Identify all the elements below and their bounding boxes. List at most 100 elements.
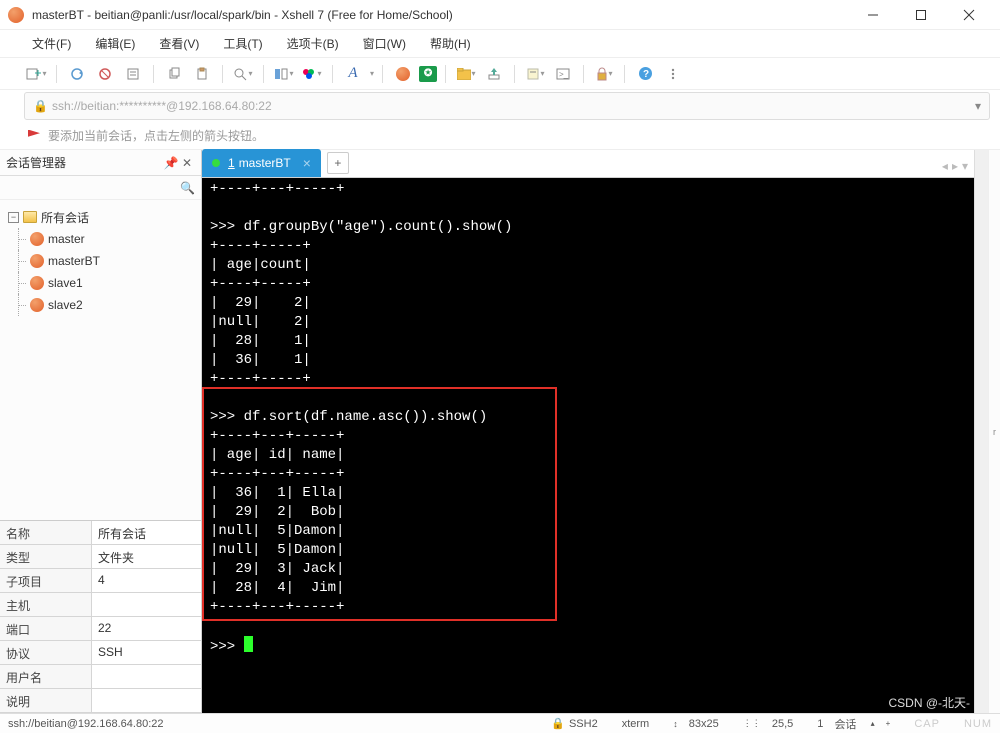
xshell-icon[interactable] xyxy=(391,62,415,86)
session-label: master xyxy=(48,232,85,246)
xftp-icon[interactable]: ✪ xyxy=(419,66,437,82)
maximize-button[interactable] xyxy=(898,1,944,29)
search-icon: 🔍 xyxy=(180,181,195,195)
lock-icon[interactable]: ▾ xyxy=(592,62,616,86)
expander-icon[interactable]: − xyxy=(8,212,19,223)
menubar: 文件(F) 编辑(E) 查看(V) 工具(T) 选项卡(B) 窗口(W) 帮助(… xyxy=(0,30,1000,58)
folder-icon xyxy=(23,211,37,223)
session-icon xyxy=(30,298,44,312)
status-size: ↕ 83x25 xyxy=(673,718,719,730)
tab-close-icon[interactable]: × xyxy=(303,155,311,171)
highlight-box xyxy=(202,387,557,621)
tab-history-prev-icon[interactable]: ◂ xyxy=(942,159,948,173)
help-icon[interactable]: ? xyxy=(633,62,657,86)
prop-key: 用户名 xyxy=(0,665,92,688)
status-num: NUM xyxy=(964,718,992,730)
terminal[interactable]: +----+---+-----+ >>> df.groupBy("age").c… xyxy=(202,178,974,713)
addressbar-dropdown-icon[interactable]: ▾ xyxy=(971,99,985,113)
titlebar: masterBT - beitian@panli:/usr/local/spar… xyxy=(0,0,1000,30)
command-icon[interactable]: >_ xyxy=(551,62,575,86)
status-pos: ⋮⋮ 25,5 xyxy=(743,718,793,730)
font-icon[interactable]: A xyxy=(341,62,365,86)
tipbar: 要添加当前会话，点击左侧的箭头按钮。 xyxy=(0,122,1000,150)
menu-overflow-icon[interactable] xyxy=(661,62,685,86)
tab-index: 1 xyxy=(228,156,235,170)
session-properties: 名称所有会话 类型文件夹 子项目4 主机 端口22 协议SSH 用户名 说明 xyxy=(0,520,201,713)
tree-root-label: 所有会话 xyxy=(41,209,89,226)
window-title: masterBT - beitian@panli:/usr/local/spar… xyxy=(32,8,850,22)
disconnect-icon[interactable] xyxy=(93,62,117,86)
prop-value xyxy=(92,593,201,616)
tab-masterbt[interactable]: 1 masterBT × xyxy=(202,149,321,177)
terminal-area: 1 masterBT × + ◂ ▸ ▾ +----+---+-----+ >>… xyxy=(202,150,974,713)
prop-value xyxy=(92,689,201,712)
prop-key: 说明 xyxy=(0,689,92,712)
addressbar-url: ssh://beitian:**********@192.168.64.80:2… xyxy=(52,99,971,113)
script-icon[interactable]: ▾ xyxy=(523,62,547,86)
prop-key: 名称 xyxy=(0,521,92,544)
svg-text:?: ? xyxy=(643,69,649,80)
tab-history-next-icon[interactable]: ▸ xyxy=(952,159,958,173)
session-item[interactable]: slave1 xyxy=(4,272,197,294)
prop-key: 端口 xyxy=(0,617,92,640)
new-tab-button[interactable]: + xyxy=(327,152,349,174)
menu-view[interactable]: 查看(V) xyxy=(151,31,207,56)
session-label: masterBT xyxy=(48,254,100,268)
new-session-icon[interactable]: ▾ xyxy=(24,62,48,86)
panel-close-icon[interactable]: ✕ xyxy=(179,156,195,170)
scrollbar[interactable] xyxy=(974,150,988,713)
tab-history: ◂ ▸ ▾ xyxy=(942,159,968,173)
prop-value: 所有会话 xyxy=(92,521,201,544)
tab-label: masterBT xyxy=(239,156,291,170)
session-item[interactable]: slave2 xyxy=(4,294,197,316)
statusbar: ssh://beitian@192.168.64.80:22 🔒SSH2 xte… xyxy=(0,713,1000,733)
color-scheme-icon[interactable]: ▾ xyxy=(300,62,324,86)
minimize-button[interactable] xyxy=(850,1,896,29)
session-label: slave2 xyxy=(48,298,83,312)
app-logo-icon xyxy=(8,7,24,23)
right-edge: r xyxy=(988,150,1000,713)
tree-root[interactable]: − 所有会话 xyxy=(4,206,197,228)
find-icon[interactable]: ▾ xyxy=(231,62,255,86)
prop-value: 22 xyxy=(92,617,201,640)
session-icon xyxy=(30,276,44,290)
menu-tabs[interactable]: 选项卡(B) xyxy=(279,31,347,56)
session-label: slave1 xyxy=(48,276,83,290)
session-icon xyxy=(30,254,44,268)
reconnect-icon[interactable] xyxy=(65,62,89,86)
properties-icon[interactable] xyxy=(121,62,145,86)
prop-value: 4 xyxy=(92,569,201,592)
prop-value xyxy=(92,665,201,688)
session-item[interactable]: masterBT xyxy=(4,250,197,272)
session-manager-header: 会话管理器 📌 ✕ xyxy=(0,150,201,176)
prop-key: 类型 xyxy=(0,545,92,568)
svg-text:>_: >_ xyxy=(559,70,569,79)
prop-key: 子项目 xyxy=(0,569,92,592)
menu-window[interactable]: 窗口(W) xyxy=(355,31,414,56)
close-button[interactable] xyxy=(946,1,992,29)
prop-value: SSH xyxy=(92,641,201,664)
session-manager: 会话管理器 📌 ✕ 🔍 − 所有会话 master masterBT slave… xyxy=(0,150,202,713)
menu-help[interactable]: 帮助(H) xyxy=(422,31,479,56)
connection-status-icon xyxy=(212,159,220,167)
menu-tools[interactable]: 工具(T) xyxy=(215,31,270,56)
paste-icon[interactable] xyxy=(190,62,214,86)
status-sessions: 1 会话 ▴ + xyxy=(817,716,890,732)
pin-icon[interactable]: 📌 xyxy=(163,156,179,170)
session-item[interactable]: master xyxy=(4,228,197,250)
toolbar: ▾ ▾ ▾ ▾ A▾ ✪ ▾ ▾ >_ ▾ ? xyxy=(0,58,1000,90)
session-search[interactable]: 🔍 xyxy=(0,176,201,200)
layout-icon[interactable]: ▾ xyxy=(272,62,296,86)
session-manager-title: 会话管理器 xyxy=(6,154,163,171)
menu-edit[interactable]: 编辑(E) xyxy=(87,31,143,56)
addressbar[interactable]: 🔒 ssh://beitian:**********@192.168.64.80… xyxy=(24,92,990,120)
folder-icon[interactable]: ▾ xyxy=(454,62,478,86)
status-cap: CAP xyxy=(914,718,940,730)
status-ssh: 🔒SSH2 xyxy=(551,717,597,730)
main-area: 会话管理器 📌 ✕ 🔍 − 所有会话 master masterBT slave… xyxy=(0,150,1000,713)
status-connection: ssh://beitian@192.168.64.80:22 xyxy=(8,718,164,730)
tab-list-icon[interactable]: ▾ xyxy=(962,159,968,173)
copy-icon[interactable] xyxy=(162,62,186,86)
menu-file[interactable]: 文件(F) xyxy=(24,31,79,56)
upload-icon[interactable] xyxy=(482,62,506,86)
